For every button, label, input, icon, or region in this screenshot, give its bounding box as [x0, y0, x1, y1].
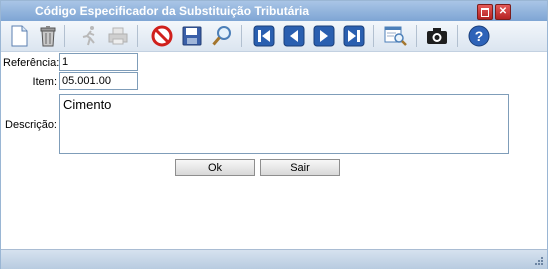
last-record-icon	[343, 25, 365, 47]
cancel-button[interactable]	[150, 24, 174, 48]
save-button[interactable]	[180, 24, 204, 48]
toolbar-separator	[241, 25, 242, 47]
ok-button[interactable]: Ok	[175, 159, 255, 176]
toolbar-separator	[64, 25, 65, 47]
camera-icon	[427, 28, 447, 44]
next-record-button[interactable]	[312, 24, 336, 48]
toolbar: ?	[1, 21, 547, 52]
floppy-disk-icon	[182, 26, 202, 46]
toolbar-separator	[416, 25, 417, 47]
referencia-input[interactable]	[59, 53, 138, 71]
report-button[interactable]	[384, 24, 408, 48]
descricao-textarea[interactable]: Cimento	[59, 94, 509, 154]
report-search-icon	[384, 26, 407, 46]
camera-button[interactable]	[425, 24, 449, 48]
help-button[interactable]: ?	[467, 24, 491, 48]
first-record-button[interactable]	[252, 24, 276, 48]
delete-button[interactable]	[36, 24, 60, 48]
print-button[interactable]	[106, 24, 130, 48]
resize-grip-icon[interactable]	[534, 256, 544, 266]
last-record-button[interactable]	[342, 24, 366, 48]
toolbar-separator	[137, 25, 138, 47]
search-button[interactable]	[210, 24, 234, 48]
printer-icon	[108, 27, 128, 45]
descricao-label: Descrição:	[5, 119, 57, 131]
next-record-icon	[313, 25, 335, 47]
status-bar	[1, 249, 547, 269]
close-button[interactable]: ✕	[495, 4, 511, 20]
run-button[interactable]	[77, 24, 101, 48]
no-entry-icon	[151, 25, 173, 47]
window-title: Código Especificador da Substituição Tri…	[35, 4, 310, 18]
referencia-label: Referência:	[3, 57, 60, 69]
dialog-window: Código Especificador da Substituição Tri…	[0, 0, 548, 269]
toolbar-separator	[373, 25, 374, 47]
new-document-icon	[11, 25, 28, 47]
previous-record-button[interactable]	[282, 24, 306, 48]
svg-text:?: ?	[475, 28, 484, 44]
magnifier-icon	[212, 26, 231, 46]
trash-icon	[40, 26, 56, 47]
help-icon: ?	[468, 25, 490, 47]
first-record-icon	[253, 25, 275, 47]
toolbar-separator	[457, 25, 458, 47]
item-label: Item:	[32, 76, 57, 88]
sair-button[interactable]: Sair	[260, 159, 340, 176]
previous-record-icon	[283, 25, 305, 47]
new-button[interactable]	[7, 24, 31, 48]
title-bar[interactable]: Código Especificador da Substituição Tri…	[1, 1, 547, 21]
maximize-button[interactable]	[477, 4, 493, 20]
running-man-icon	[82, 26, 95, 46]
item-input[interactable]	[59, 72, 138, 90]
